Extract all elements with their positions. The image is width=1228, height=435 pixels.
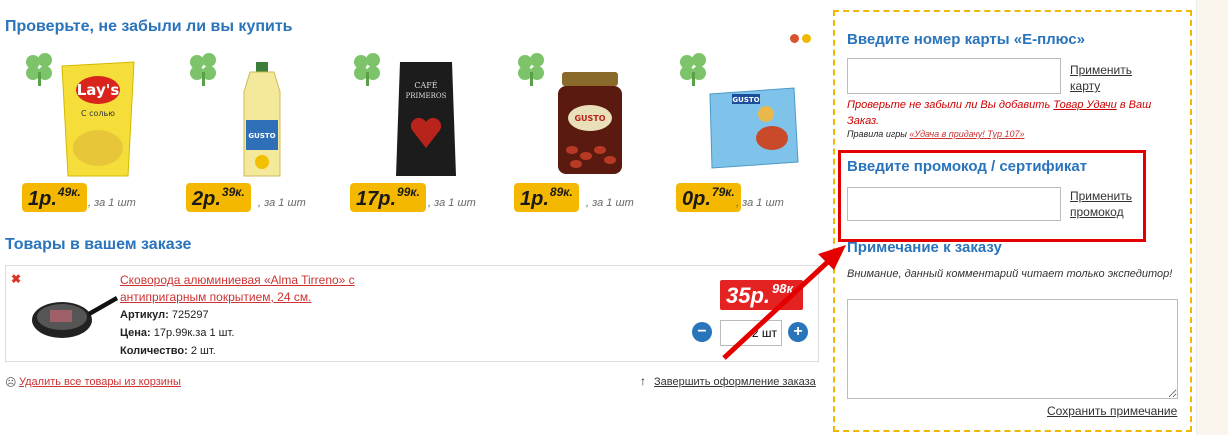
save-note-link[interactable]: Сохранить примечание	[1047, 404, 1177, 418]
lucky-item-warning: Проверьте не забыли ли Вы добавить Товар…	[847, 99, 1152, 127]
coffee-bag-icon: CAFÉ PRIMEROS	[396, 62, 456, 176]
game-rules-link[interactable]: «Удача в придачу! Тур 107»	[909, 129, 1024, 139]
svg-text:GUSTO: GUSTO	[248, 132, 275, 140]
price-tag: 17р. 99к.	[350, 183, 426, 212]
upsell-product-oil[interactable]: GUSTO 2р. 39к. , за 1 шт	[184, 44, 344, 214]
card-number-input[interactable]	[847, 58, 1061, 94]
note-hint: Внимание, данный комментарий читает толь…	[847, 268, 1173, 280]
clear-cart-link[interactable]: Удалить все товары из корзины	[19, 376, 181, 388]
price-row: Цена: 17р.99к.за 1 шт.	[120, 327, 235, 339]
svg-text:CAFÉ: CAFÉ	[414, 81, 437, 90]
unit-label: , за 1 шт	[428, 197, 476, 209]
frozen-pack-icon: GUSTO	[709, 87, 799, 169]
upsell-title: Проверьте, не забыли ли вы купить	[5, 18, 293, 35]
quantity-minus-button[interactable]: −	[692, 322, 712, 342]
beans-jar-icon: GUSTO	[558, 72, 622, 174]
unit-label: , за 1 шт	[736, 197, 784, 209]
carousel-dot[interactable]	[790, 34, 799, 43]
upsell-product-chips[interactable]: Lay's С солью 1р. 49к. , за 1 шт	[20, 44, 180, 214]
article-row: Артикул: 725297	[120, 309, 209, 321]
game-rules: Правила игры «Удача в придачу! Тур 107»	[847, 129, 1025, 139]
upsell-product-beans[interactable]: GUSTO 1р. 89к. , за 1 шт	[512, 44, 672, 214]
svg-text:GUSTO: GUSTO	[574, 114, 605, 123]
carousel-dot[interactable]	[802, 34, 811, 43]
unit-label: , за 1 шт	[586, 197, 634, 209]
price-tag: 0р. 79к.	[676, 183, 741, 212]
checkout-link[interactable]: Завершить оформление заказа	[654, 376, 816, 388]
order-note-textarea[interactable]	[847, 299, 1178, 399]
svg-text:С солью: С солью	[81, 109, 115, 118]
apply-card-link[interactable]: Применить карту	[1070, 62, 1140, 94]
quantity-plus-button[interactable]: +	[788, 322, 808, 342]
oil-bottle-icon: GUSTO	[243, 62, 281, 177]
card-title: Введите номер карты «Е-плюс»	[847, 31, 1085, 48]
svg-text:GUSTO: GUSTO	[732, 96, 759, 104]
unit-label: , за 1 шт	[258, 197, 306, 209]
price-tag: 1р. 49к.	[22, 183, 87, 212]
remove-item-icon[interactable]: ✖	[11, 272, 21, 286]
order-item: ✖ Сковорода алюминиевая «Alma Tirreno» с…	[5, 265, 819, 362]
sad-face-icon: ☹	[5, 377, 17, 389]
item-total-price: 35р. 98к.	[720, 280, 803, 310]
svg-text:PRIMEROS: PRIMEROS	[406, 92, 447, 100]
promo-highlight-box	[838, 150, 1146, 242]
item-name-link[interactable]: Сковорода алюминиевая «Alma Tirreno» с а…	[120, 272, 400, 306]
price-tag: 2р. 39к.	[186, 183, 251, 212]
lucky-item-link[interactable]: Товар Удачи	[1053, 99, 1116, 111]
upsell-product-coffee[interactable]: CAFÉ PRIMEROS 17р. 99к. , за 1 шт	[348, 44, 508, 214]
svg-text:Lay's: Lay's	[77, 81, 120, 99]
upsell-product-frozen[interactable]: GUSTO 0р. 79к. , за 1 шт	[674, 44, 834, 214]
arrow-up-icon: ↑	[640, 374, 646, 388]
quantity-input[interactable]	[720, 320, 782, 346]
chips-icon: Lay's С солью	[61, 61, 135, 177]
unit-label: , за 1 шт	[88, 197, 136, 209]
frying-pan-icon	[32, 296, 118, 338]
price-tag: 1р. 89к.	[514, 183, 579, 212]
order-title: Товары в вашем заказе	[5, 236, 192, 253]
page-edge	[1196, 0, 1228, 435]
quantity-row: Количество: 2 шт.	[120, 345, 216, 357]
cart-page: Проверьте, не забыли ли вы купить Lay's …	[0, 0, 1228, 435]
